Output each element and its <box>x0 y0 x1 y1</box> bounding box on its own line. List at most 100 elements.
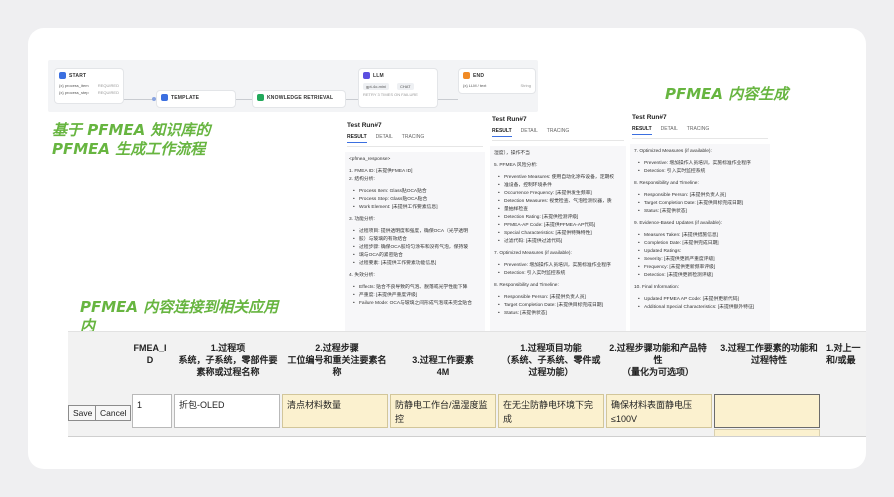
var-name: {x} process_item <box>59 83 89 88</box>
output-bullet: Measures Taken: [未提供措施信息] <box>634 232 766 240</box>
process-item-field[interactable]: 折包-OLED <box>174 394 280 428</box>
output-line: 湿度），操作不当 <box>494 151 530 156</box>
output-bullet: Detection: [未提供更新检测评级] <box>634 272 766 280</box>
output-bullet: Failure Mode: OCA与玻璃之间形成气泡或未完全贴合 <box>349 300 481 308</box>
column-header-step-function: 2.过程步骤功能和产品特性（量化为可选项） <box>609 343 707 377</box>
column-header-process-item: 1.过程项 系统，子系统，零部件要 素称或过程名称 <box>178 343 278 377</box>
workflow-node-knowledge[interactable]: KNOWLEDGE RETRIEVAL <box>252 90 346 108</box>
workflow-node-start[interactable]: START {x} process_item REQUIRED {x} proce… <box>54 68 124 104</box>
output-line: 4. 失效分析: <box>349 273 375 278</box>
tab-detail[interactable]: DETAIL <box>376 134 393 143</box>
panel-title: Test Run#7 <box>632 114 667 121</box>
item-function-field[interactable]: 在无尘防静电环境下完成OLED材料数量清点 <box>498 394 604 428</box>
output-line: 2. 结构分析: <box>349 177 375 182</box>
output-bullet: 严重度: [未提供严重度评级] <box>349 292 481 300</box>
process-step-field[interactable]: 清点材料数量 <box>282 394 388 428</box>
output-bullet: Process Item: Glass贴OCA贴合 <box>349 188 481 196</box>
output-bullet: Frequency: [未提供更新频率评级] <box>634 264 766 272</box>
output-line: 8. Responsibility and Timeline: <box>494 283 559 288</box>
template-icon <box>161 94 168 101</box>
column-header-item-function: 1.过程项目功能 （系统、子系统、零件或 过程功能） <box>501 343 601 377</box>
workflow-node-template[interactable]: TEMPLATE <box>156 90 236 108</box>
autocomplete-dropdown[interactable] <box>714 429 820 436</box>
output-line: 7. Optimized Measures (if available): <box>494 251 572 256</box>
var-type: String <box>520 83 531 88</box>
cancel-button[interactable]: Cancel <box>95 405 132 421</box>
output-bullet: Detection: 引入实时监控系统 <box>634 168 766 176</box>
output-bullet: PFMEA-AP Code: [未提供PFMEA-AP代码] <box>494 222 622 230</box>
element-function-field[interactable] <box>714 394 820 428</box>
var-name: {x} process_step <box>59 90 89 95</box>
tab-detail[interactable]: DETAIL <box>521 128 538 137</box>
step-function-field[interactable]: 确保材料表面静电压 ≤100V <box>606 394 712 428</box>
node-label: START <box>69 72 87 79</box>
panel-output: 7. Optimized Measures (if available): Pre… <box>630 144 770 332</box>
test-run-panel-1: Test Run#7 RESULT DETAIL TRACING <pfmea_… <box>345 122 485 332</box>
output-bullet: Occurrence Frequency: [未提供发生频率] <box>494 190 622 198</box>
node-label: LLM <box>373 72 384 79</box>
output-bullet: Target Completion Date: [未提供目标完成日期] <box>494 302 622 310</box>
workflow-node-end[interactable]: END {x} LLM / text String <box>458 68 536 94</box>
output-bullet: Preventive Measures: 使用自动化涂布设备，定期校 <box>494 174 622 182</box>
output-bullet: Updated PFMEA AP Code: [未提供更新代码] <box>634 296 766 304</box>
output-bullet: Additional Special Characteristics: [未提供… <box>634 304 766 312</box>
output-line: 1. FMEA ID: [未提供FMEA ID] <box>349 169 413 174</box>
output-bullet: 过滤代码: [未提供过滤代码] <box>494 238 622 246</box>
output-bullet: Responsible Person: [未提供负责人员] <box>634 192 766 200</box>
edge <box>236 99 252 100</box>
slide-card: START {x} process_item REQUIRED {x} proce… <box>28 28 866 469</box>
tab-tracing[interactable]: TRACING <box>687 126 710 135</box>
output-line: 5. PFMEA 风险分析: <box>494 163 538 168</box>
workflow-canvas: START {x} process_item REQUIRED {x} proce… <box>48 60 538 112</box>
node-label: TEMPLATE <box>171 94 200 101</box>
output-bullet: 过程要素: [未提供工作要素功能信息] <box>349 260 481 268</box>
tab-result[interactable]: RESULT <box>632 126 652 135</box>
output-bullet: Responsible Person: [未提供负责人员] <box>494 294 622 302</box>
work-element-field[interactable]: 防静电工作台/温湿度监控仪/无尘环境 <box>390 394 496 428</box>
test-run-panel-3: Test Run#7 RESULT DETAIL TRACING 7. Opti… <box>630 114 770 332</box>
output-bullet: Target Completion Date: [未提供目标完成日期] <box>634 200 766 208</box>
output-bullet: Completion Date: [未提供完成日期] <box>634 240 766 248</box>
save-button[interactable]: Save <box>68 405 98 421</box>
output-bullet: 过程步骤: 确保OCA胶均匀涂布和没有气泡，保持玻 <box>349 244 481 252</box>
column-header-process-step: 2.过程步骤 工位编号和重关注要素名称 <box>287 343 387 377</box>
output-bullet: Special Characteristics: [未提供特殊特性] <box>494 230 622 238</box>
retry-note: RETRY 3 TIMES ON FAILURE <box>363 92 418 97</box>
database-icon <box>257 94 264 101</box>
output-line: 3. 功能分析: <box>349 217 375 222</box>
heading-generate: PFMEA 内容生成 <box>665 85 789 103</box>
output-bullet: Preventive: 增加操作人员培训，实施标准作业程序 <box>494 262 622 270</box>
tab-tracing[interactable]: TRACING <box>547 128 570 137</box>
output-bullet: Process Step: Glass贴OCA贴合 <box>349 196 481 204</box>
output-bullet: Status: [未提供状态] <box>494 310 622 318</box>
tab-detail[interactable]: DETAIL <box>661 126 678 135</box>
edge <box>438 99 458 100</box>
tab-result[interactable]: RESULT <box>492 128 512 137</box>
fmea-id-field[interactable]: 1 <box>132 394 172 428</box>
test-run-panel-2: Test Run#7 RESULT DETAIL TRACING 湿度），操作不… <box>490 116 626 332</box>
output-bullet: 准设备，控制环境条件 <box>494 182 622 190</box>
workflow-node-llm[interactable]: LLM gpt-4o-mini CHAT RETRY 3 TIMES ON FAI… <box>358 68 438 108</box>
output-bullet: Severity: [未提供更新严重度评级] <box>634 256 766 264</box>
tab-result[interactable]: RESULT <box>347 134 367 143</box>
heading-kb-workflow: 基于 PFMEA 知识库的 PFMEA 生成工作流程 <box>52 121 211 158</box>
panel-output: <pfmea_response> 1. FMEA ID: [未提供FMEA ID]… <box>345 152 485 332</box>
home-icon <box>59 72 66 79</box>
output-bullet: 璃与OCA的紧密贴合 <box>349 252 481 260</box>
column-header-effects: 1.对上一 和/或最 <box>826 343 861 365</box>
output-bullet: Detection: 引入实时监控系统 <box>494 270 622 278</box>
node-label: END <box>473 72 485 79</box>
output-bullet: Status: [未提供状态] <box>634 208 766 216</box>
tab-tracing[interactable]: TRACING <box>402 134 425 143</box>
node-label: KNOWLEDGE RETRIEVAL <box>267 94 334 101</box>
output-bullet: 过程项目: 提供透明度和强度，确保OCA（光学透明 <box>349 228 481 236</box>
panel-tabs: RESULT DETAIL TRACING <box>632 126 768 139</box>
output-bullet: Detection Rating: [未提供检测评级] <box>494 214 622 222</box>
edge <box>124 99 155 100</box>
llm-icon <box>363 72 370 79</box>
pfmea-form-table: FMEA_I D 1.过程项 系统，子系统，零部件要 素称或过程名称 2.过程步骤 工位… <box>68 331 866 437</box>
output-line: 9. Evidence-Based Updates (if available)… <box>634 221 722 226</box>
panel-output: 湿度），操作不当 5. PFMEA 风险分析: Preventive Measure… <box>490 146 626 332</box>
output-bullet: Preventive: 增加操作人员培训，实施标准作业程序 <box>634 160 766 168</box>
column-header-element-function: 3.过程工作要素的功能和 过程特性 <box>720 343 818 365</box>
